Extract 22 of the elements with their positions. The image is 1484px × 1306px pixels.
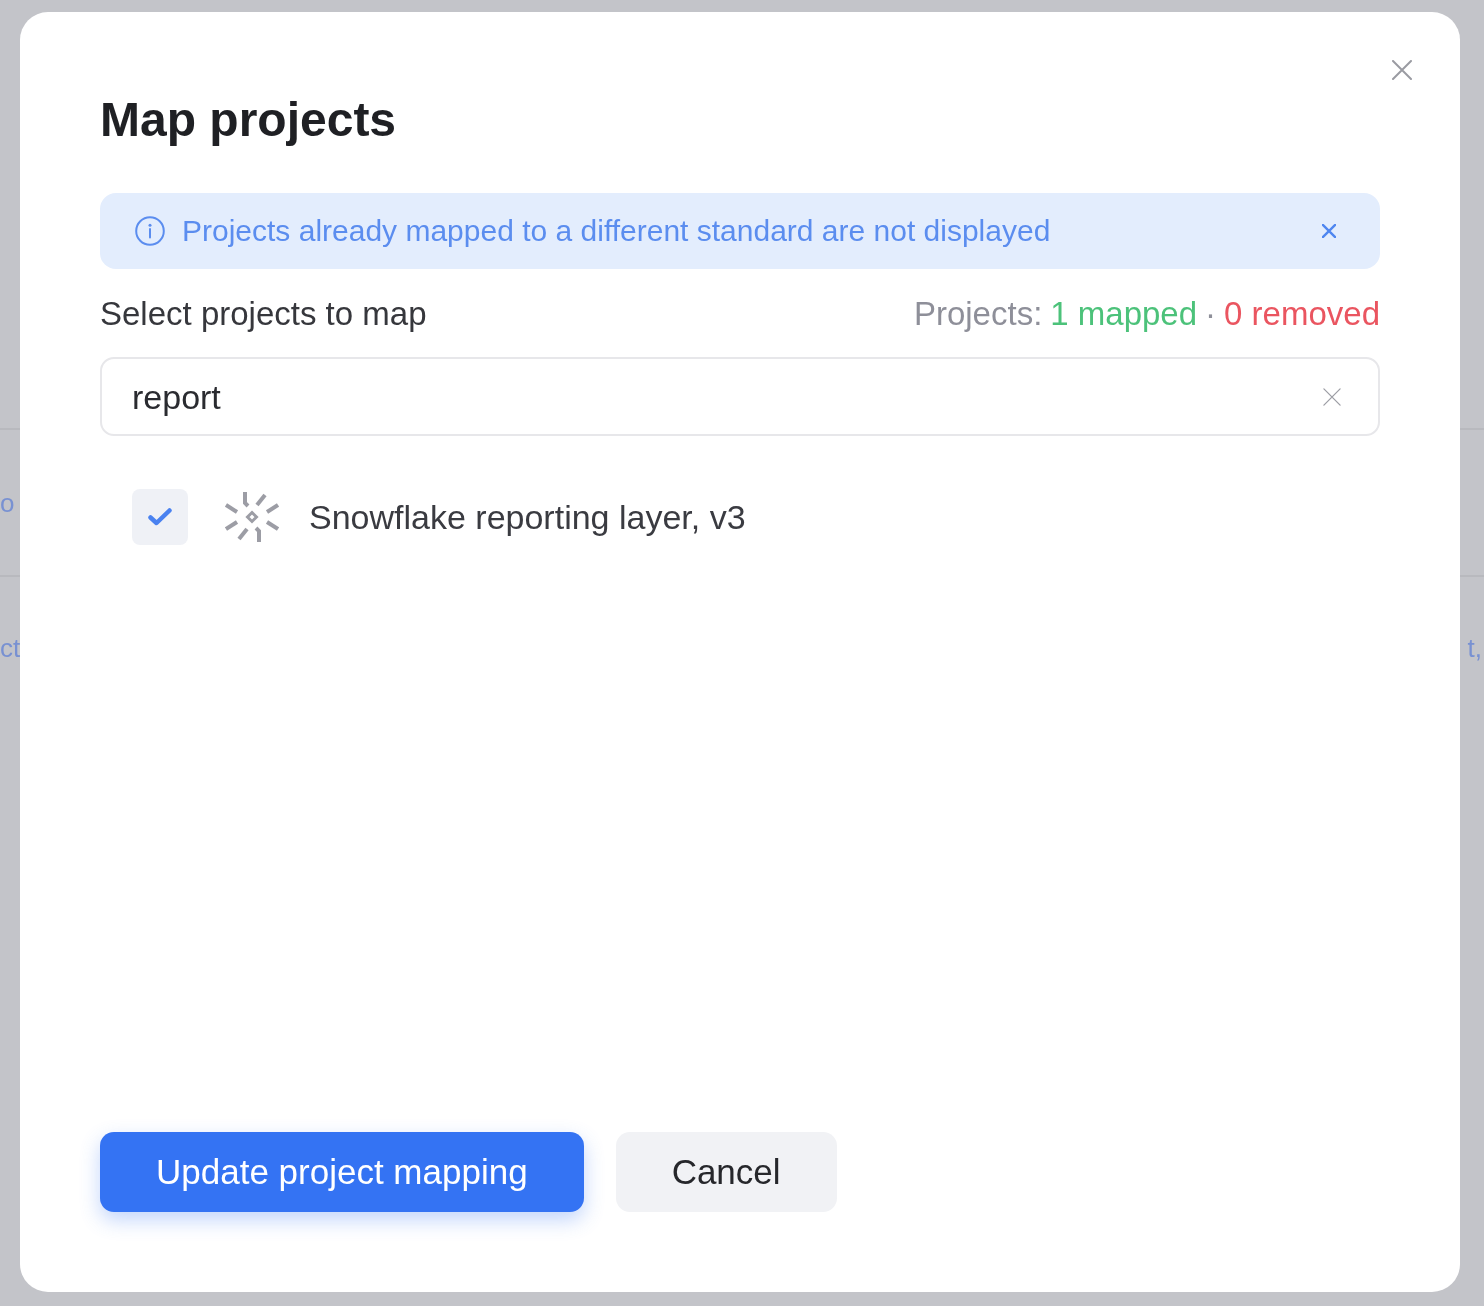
background-text: ct	[0, 632, 21, 664]
summary-label: Projects:	[913, 296, 1043, 332]
background-text: o	[0, 486, 15, 519]
checkbox[interactable]	[132, 489, 188, 545]
background-text: t,	[1467, 632, 1483, 664]
removed-count: 0 removed	[1224, 296, 1380, 332]
checkmark-icon	[148, 508, 172, 526]
info-message: Projects already mapped to a different standard are not displayed	[182, 213, 1051, 249]
section-label: Select projects to map	[100, 296, 427, 332]
dialog-title: Map projects	[100, 92, 397, 148]
info-icon	[135, 216, 165, 246]
separator-text: ·	[1205, 296, 1217, 332]
snowflake-icon	[225, 490, 279, 544]
clear-search-button[interactable]	[1321, 385, 1343, 408]
cancel-button[interactable]: Cancel	[615, 1132, 837, 1212]
mapped-count: 1 mapped	[1050, 296, 1198, 332]
close-icon	[1392, 60, 1412, 80]
close-icon	[1322, 224, 1336, 238]
close-icon	[1323, 387, 1341, 406]
update-button[interactable]: Update project mapping	[100, 1132, 584, 1212]
project-name: Snowflake reporting layer, v3	[309, 497, 746, 537]
search-field[interactable]: report	[100, 357, 1380, 436]
